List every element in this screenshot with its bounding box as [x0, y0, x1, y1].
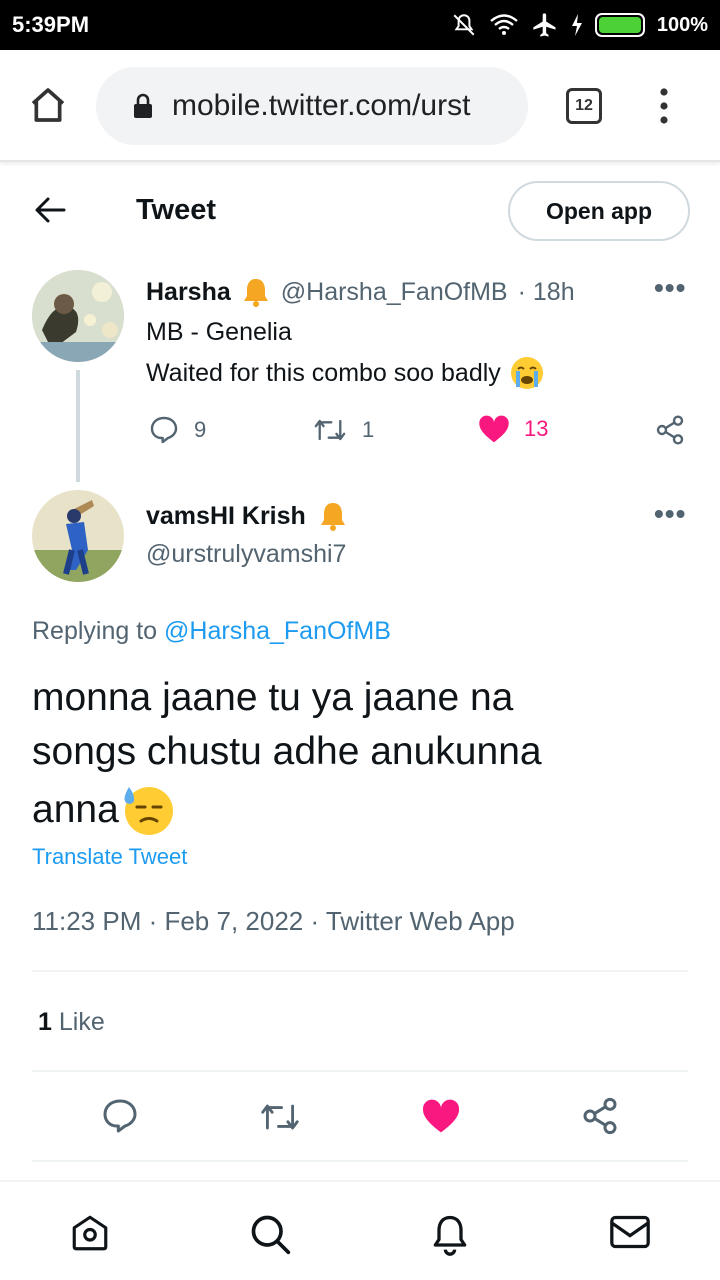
divider — [32, 970, 688, 972]
home-icon[interactable] — [28, 85, 68, 125]
divider — [32, 1160, 688, 1162]
divider — [32, 1070, 688, 1072]
replying-to-label: Replying to — [32, 617, 158, 645]
back-arrow-icon[interactable] — [34, 196, 66, 224]
bell-icon — [320, 503, 345, 531]
url-text: mobile.twitter.com/urst — [172, 89, 471, 122]
tweet-header: Tweet Open app — [0, 164, 720, 256]
heart-filled-icon — [479, 415, 509, 443]
translate-tweet-link[interactable]: Translate Tweet — [32, 844, 187, 870]
bottom-navigation — [0, 1180, 720, 1280]
share-icon[interactable] — [580, 1096, 620, 1136]
replying-to-handle[interactable]: @Harsha_FanOfMB — [164, 617, 391, 645]
like-count: 13 — [524, 416, 549, 441]
avatar[interactable] — [32, 490, 124, 582]
reply-icon[interactable] — [100, 1096, 140, 1136]
reply-action[interactable]: 9 — [148, 414, 206, 446]
author-name[interactable]: vamsHI Krish — [146, 502, 306, 531]
reply-icon — [150, 416, 178, 444]
tweet-text-line: Waited for this combo soo badly — [146, 358, 501, 387]
retweet-action[interactable]: 1 — [312, 414, 374, 446]
search-icon[interactable] — [248, 1212, 292, 1256]
author-handle[interactable]: @urstrulyvamshi7 — [146, 540, 346, 569]
thread-connector — [76, 370, 80, 482]
tweet-body-line: songs chustu adhe anukunna — [32, 730, 542, 773]
overflow-menu-icon[interactable] — [650, 86, 678, 126]
battery-icon — [594, 13, 645, 37]
wifi-icon — [490, 14, 518, 35]
address-bar[interactable]: mobile.twitter.com/urst — [96, 67, 528, 145]
tweet-text-line: MB - Genelia — [146, 318, 292, 346]
tweet-body-line: anna — [32, 788, 119, 831]
status-time: 5:39PM — [12, 12, 90, 37]
downcast-sweat-face-icon — [124, 787, 173, 835]
crying-face-icon — [510, 357, 543, 389]
avatar[interactable] — [32, 270, 124, 362]
author-handle[interactable]: @Harsha_FanOfMB — [281, 278, 508, 307]
like-count-summary[interactable]: 1 Like — [38, 1008, 105, 1037]
charging-icon — [571, 14, 582, 36]
browser-toolbar: mobile.twitter.com/urst 12 — [0, 50, 720, 162]
lock-icon — [134, 93, 152, 118]
tab-switcher-button[interactable]: 12 — [566, 88, 602, 124]
share-icon[interactable] — [654, 414, 686, 446]
more-options-icon[interactable]: ••• — [654, 272, 686, 304]
airplane-icon — [533, 13, 556, 37]
tweet-timestamp: 11:23 PM · Feb 7, 2022 · Twitter Web App — [32, 906, 515, 936]
like-action[interactable]: 13 — [478, 414, 548, 444]
bell-icon — [243, 279, 268, 307]
mute-notification-icon — [453, 14, 475, 36]
notifications-bell-icon[interactable] — [428, 1212, 472, 1256]
author-name[interactable]: Harsha — [146, 278, 231, 307]
more-options-icon[interactable]: ••• — [654, 498, 686, 530]
retweet-icon — [314, 419, 346, 441]
heart-filled-icon[interactable] — [421, 1098, 461, 1134]
retweet-icon[interactable] — [258, 1098, 302, 1136]
reply-count: 9 — [194, 417, 207, 442]
retweet-count: 1 — [362, 417, 375, 442]
page-title: Tweet — [136, 194, 217, 226]
home-icon[interactable] — [68, 1212, 112, 1254]
tweet-body-line: monna jaane tu ya jaane na — [32, 676, 514, 719]
battery-percent: 100% — [656, 13, 708, 36]
status-bar: 5:39PM 100% — [0, 0, 720, 50]
open-app-button[interactable]: Open app — [508, 181, 690, 241]
messages-envelope-icon[interactable] — [608, 1212, 652, 1252]
tweet-time: · 18h — [517, 277, 575, 306]
